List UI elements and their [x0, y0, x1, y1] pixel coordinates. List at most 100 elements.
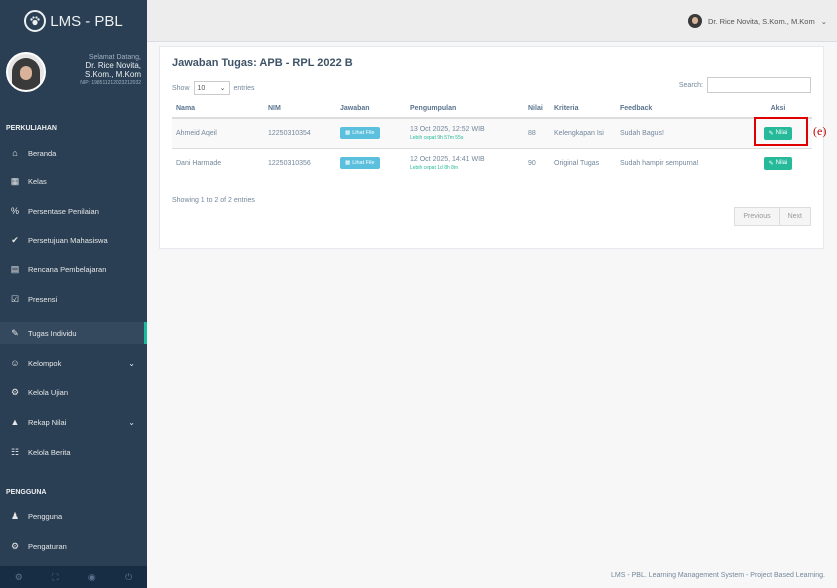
- paw-logo-icon: [24, 10, 47, 32]
- sidebar-item-presensi[interactable]: ☑ Presensi: [0, 288, 147, 310]
- sidebar-item-pengaturan[interactable]: ⚙ Pengaturan: [0, 535, 147, 557]
- profile-nip: NIP: 198511212023212032: [80, 80, 141, 86]
- col-feedback[interactable]: Feedback: [616, 100, 744, 119]
- sidebar-item-kelola-ujian[interactable]: ⚙ Kelola Ujian: [0, 381, 147, 403]
- previous-button[interactable]: Previous: [734, 207, 780, 226]
- sidebar-item-beranda[interactable]: ⌂ Beranda: [0, 142, 147, 164]
- sidebar-item-kelompok[interactable]: ☺ Kelompok ⌄: [0, 352, 147, 374]
- nilai-button[interactable]: ✎ Nilai: [763, 156, 793, 170]
- pagination: Previous Next: [734, 207, 811, 226]
- eye-slash-icon[interactable]: ◉: [88, 572, 96, 583]
- cell-pengumpulan: 13 Oct 2025, 12:52 WIB Lebih cepat 9h 57…: [406, 117, 524, 148]
- sidebar-item-tugas-individu[interactable]: ✎ Tugas Individu: [0, 322, 147, 344]
- cell-nama: Ahmeid Aqeil: [172, 117, 264, 148]
- search-control: Search:: [679, 77, 811, 93]
- search-input[interactable]: [707, 77, 811, 93]
- brand[interactable]: LMS - PBL: [0, 0, 147, 42]
- submission-early: Lebih cepat 1d 8h 8m: [410, 164, 459, 171]
- check-square-icon: ☑: [10, 293, 20, 304]
- welcome-text: Selamat Datang,: [88, 54, 141, 61]
- submissions-table: Nama NIM Jawaban Pengumpulan Nilai Krite…: [172, 100, 812, 178]
- content-panel: Jawaban Tugas: APB - RPL 2022 B Show 10 …: [159, 46, 824, 249]
- search-label: Search:: [678, 81, 703, 89]
- col-jawaban[interactable]: Jawaban: [336, 100, 406, 119]
- sidebar-item-label: Kelas: [28, 176, 47, 186]
- percent-icon: %: [10, 206, 19, 216]
- profile: Selamat Datang, Dr. Rice Novita, S.Kom.,…: [0, 42, 147, 114]
- cell-kriteria: Original Tugas: [550, 147, 616, 178]
- chevron-down-icon: ⌄: [128, 358, 135, 368]
- top-nav: Dr. Rice Novita, S.Kom., M.Kom ⌄: [147, 0, 837, 42]
- brand-title: LMS - PBL: [50, 12, 123, 30]
- cell-jawaban: ▩ Lihat File: [336, 147, 406, 178]
- cell-feedback: Sudah Bagus!: [616, 117, 744, 148]
- sidebar-item-persentase[interactable]: % Persentase Penilaian: [0, 200, 147, 222]
- edit-icon: ✎: [768, 160, 774, 167]
- user-name: Dr. Rice Novita, S.Kom., M.Kom: [708, 16, 815, 26]
- file-text-icon: ▤: [10, 263, 20, 274]
- profile-name-line1: Dr. Rice Novita,: [85, 61, 141, 70]
- cell-nilai: 90: [524, 147, 550, 178]
- length-control: Show 10 ⌄ entries: [172, 81, 255, 95]
- cell-nim: 12250310354: [264, 117, 336, 148]
- sidebar-item-pengguna[interactable]: ♟ Pengguna: [0, 505, 147, 527]
- view-file-button[interactable]: ▩ Lihat File: [340, 127, 380, 140]
- avatar: [688, 14, 702, 28]
- newspaper-icon: ☷: [10, 446, 20, 457]
- table-row: Ahmeid Aqeil 12250310354 ▩ Lihat File 13…: [172, 117, 812, 148]
- col-aksi[interactable]: Aksi: [744, 100, 812, 119]
- cog-icon: ⚙: [10, 540, 20, 551]
- col-nim[interactable]: NIM: [264, 100, 336, 119]
- sidebar-item-label: Beranda: [28, 148, 57, 158]
- file-icon: ▩: [345, 130, 351, 137]
- annotation-highlight-box: [754, 117, 808, 146]
- user-icon: ♟: [10, 510, 20, 521]
- sidebar-item-label: Kelompok: [28, 358, 62, 368]
- sidebar-item-kelola-berita[interactable]: ☷ Kelola Berita: [0, 441, 147, 463]
- sidebar-item-persetujuan[interactable]: ✔ Persetujuan Mahasiswa: [0, 229, 147, 251]
- cell-feedback: Sudah hampir sempurna!: [616, 147, 744, 178]
- table-row: Dani Harmade 12250310356 ▩ Lihat File 12…: [172, 147, 812, 178]
- sidebar-item-label: Persentase Penilaian: [28, 206, 99, 216]
- sidebar-item-label: Persetujuan Mahasiswa: [28, 235, 108, 245]
- users-icon: ☺: [10, 358, 20, 368]
- user-dropdown[interactable]: Dr. Rice Novita, S.Kom., M.Kom ⌄: [688, 14, 827, 28]
- view-file-button[interactable]: ▩ Lihat File: [340, 157, 380, 170]
- cell-nilai: 88: [524, 117, 550, 148]
- sidebar: LMS - PBL Selamat Datang, Dr. Rice Novit…: [0, 0, 147, 588]
- sidebar-item-label: Kelola Ujian: [28, 387, 69, 397]
- table-header: Nama NIM Jawaban Pengumpulan Nilai Krite…: [172, 100, 812, 119]
- sidebar-item-kelas[interactable]: ▦ Kelas: [0, 170, 147, 192]
- section-pengguna: PENGGUNA: [6, 489, 47, 496]
- avatar: [6, 52, 46, 92]
- power-icon[interactable]: ⏻: [125, 572, 132, 583]
- col-pengumpulan[interactable]: Pengumpulan: [406, 100, 524, 119]
- fullscreen-icon[interactable]: ⛶: [52, 572, 58, 583]
- cell-nama: Dani Harmade: [172, 147, 264, 178]
- sidebar-item-label: Tugas Individu: [28, 328, 77, 338]
- next-button[interactable]: Next: [779, 207, 811, 226]
- entries-label: entries: [233, 84, 255, 92]
- entries-select[interactable]: 10 ⌄: [193, 81, 230, 95]
- cogs-icon: ⚙: [10, 386, 20, 397]
- graduation-cap-icon: ▲: [10, 417, 20, 427]
- chevron-down-icon: ⌄: [820, 16, 827, 26]
- cell-nim: 12250310356: [264, 147, 336, 178]
- submission-early: Lebih cepat 9h 57m 55s: [410, 134, 464, 141]
- edit-icon: ✎: [11, 327, 19, 338]
- cell-jawaban: ▩ Lihat File: [336, 117, 406, 148]
- col-nama[interactable]: Nama: [172, 100, 264, 119]
- sidebar-item-rencana[interactable]: ▤ Rencana Pembelajaran: [0, 258, 147, 280]
- settings-icon[interactable]: ⚙: [15, 572, 23, 583]
- table-info: Showing 1 to 2 of 2 entries: [172, 197, 255, 204]
- sidebar-item-label: Pengguna: [28, 511, 63, 521]
- sidebar-item-label: Presensi: [28, 294, 58, 304]
- sidebar-item-label: Rencana Pembelajaran: [28, 264, 107, 274]
- page-title: Jawaban Tugas: APB - RPL 2022 B: [172, 57, 353, 69]
- show-label: Show: [172, 84, 190, 92]
- nilai-label: Nilai: [775, 160, 788, 167]
- col-nilai[interactable]: Nilai: [524, 100, 550, 119]
- profile-name-line2: S.Kom., M.Kom: [84, 70, 141, 79]
- sidebar-item-rekap-nilai[interactable]: ▲ Rekap Nilai ⌄: [0, 411, 147, 433]
- col-kriteria[interactable]: Kriteria: [550, 100, 616, 119]
